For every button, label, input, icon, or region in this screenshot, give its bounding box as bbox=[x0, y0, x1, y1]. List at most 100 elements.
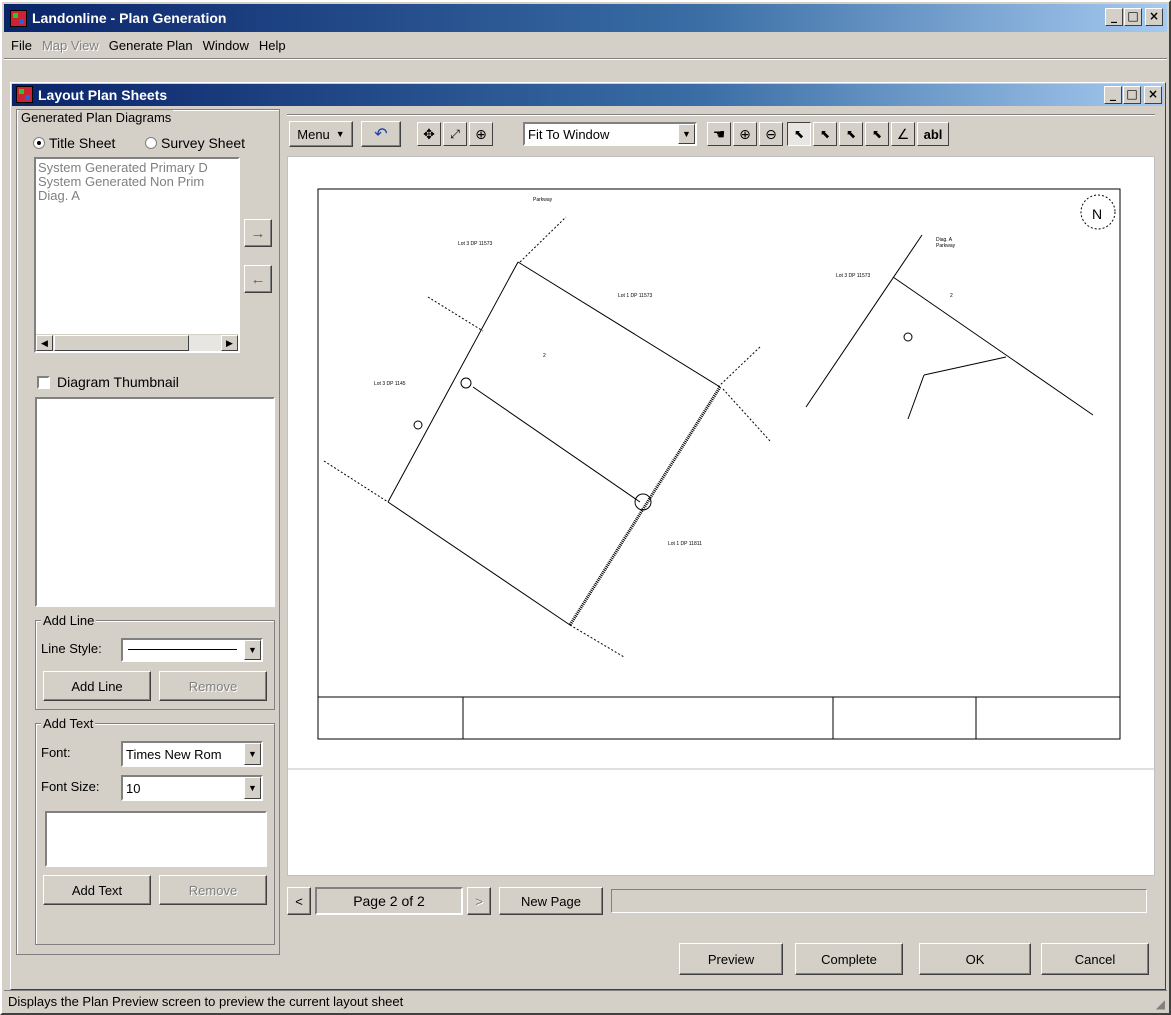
text-tool-icon: abl bbox=[923, 126, 943, 142]
maximize-button[interactable]: □ bbox=[1124, 8, 1142, 26]
thumbnail-label: Diagram Thumbnail bbox=[57, 374, 179, 390]
select-edit-button[interactable]: ⬉ bbox=[865, 122, 889, 146]
pan-arrows-icon: ✥ bbox=[423, 125, 435, 142]
cancel-button[interactable]: Cancel bbox=[1041, 943, 1149, 975]
fit-extents-button[interactable]: ⤢ bbox=[443, 122, 467, 146]
select-edit-icon: ⬉ bbox=[871, 127, 883, 141]
menu-map-view[interactable]: Map View bbox=[37, 38, 104, 53]
diagram-list-item[interactable]: Diag. A bbox=[38, 189, 236, 203]
font-combo[interactable]: Times New Rom ▼ bbox=[121, 741, 263, 767]
menu-window[interactable]: Window bbox=[198, 38, 254, 53]
undo-button[interactable]: ↶ bbox=[361, 121, 401, 147]
undo-icon: ↶ bbox=[374, 126, 388, 143]
scroll-right-icon[interactable]: ▶ bbox=[221, 335, 238, 351]
remove-line-button[interactable]: Remove bbox=[159, 671, 267, 701]
page-prev-button[interactable]: < bbox=[287, 887, 311, 915]
move-right-button[interactable]: → bbox=[244, 219, 272, 247]
plan-label: Lot 3 DP 11573 bbox=[458, 241, 493, 247]
preview-button[interactable]: Preview bbox=[679, 943, 783, 975]
select-remove-button[interactable]: ⬉ bbox=[839, 122, 863, 146]
child-close-button[interactable]: × bbox=[1144, 86, 1162, 104]
boundary-line bbox=[387, 501, 571, 626]
radio-title-indicator[interactable] bbox=[33, 137, 45, 149]
child-maximize-button[interactable]: □ bbox=[1123, 86, 1141, 104]
page-next-button[interactable]: > bbox=[467, 887, 491, 915]
plan-label: 2 bbox=[950, 293, 953, 299]
extension-line bbox=[717, 346, 761, 388]
select-button[interactable]: ⬉ bbox=[787, 122, 811, 146]
select-add-button[interactable]: ⬉ bbox=[813, 122, 837, 146]
font-size-combo[interactable]: 10 ▼ bbox=[121, 775, 263, 801]
app-window-controls: _ □ × bbox=[1104, 8, 1163, 26]
new-page-button[interactable]: New Page bbox=[499, 887, 603, 915]
radio-title-label: Title Sheet bbox=[49, 135, 116, 151]
zoom-out-button[interactable]: ⊖ bbox=[759, 122, 783, 146]
main-window: Landonline - Plan Generation _ □ × File … bbox=[0, 0, 1171, 1015]
minimize-button[interactable]: _ bbox=[1105, 8, 1123, 26]
radio-survey-sheet[interactable]: Survey Sheet bbox=[145, 135, 245, 151]
zoom-in-button[interactable]: ⊕ bbox=[733, 122, 757, 146]
menu-generate-plan[interactable]: Generate Plan bbox=[104, 38, 198, 53]
zoom-window-icon: ⊕ bbox=[475, 125, 487, 142]
boundary-line bbox=[568, 386, 722, 626]
app-title: Landonline - Plan Generation bbox=[32, 10, 227, 26]
diagram-list-item[interactable]: System Generated Non Prim bbox=[38, 175, 236, 189]
text-tool-button[interactable]: abl bbox=[917, 122, 949, 146]
chevron-down-icon[interactable]: ▼ bbox=[244, 743, 261, 765]
app-titlebar[interactable]: Landonline - Plan Generation _ □ × bbox=[4, 4, 1167, 32]
add-line-group-label: Add Line bbox=[41, 613, 97, 628]
hand-pan-button[interactable]: ☚ bbox=[707, 122, 731, 146]
menu-file[interactable]: File bbox=[6, 38, 37, 53]
thumbnail-preview bbox=[35, 397, 275, 607]
diagram-list-item[interactable]: System Generated Primary D bbox=[38, 161, 236, 175]
scroll-left-icon[interactable]: ◀ bbox=[36, 335, 53, 351]
chevron-down-icon[interactable]: ▼ bbox=[244, 777, 261, 799]
close-button[interactable]: × bbox=[1145, 8, 1163, 26]
boundary-line bbox=[472, 386, 641, 503]
radio-survey-indicator[interactable] bbox=[145, 137, 157, 149]
scroll-thumb[interactable] bbox=[54, 335, 189, 351]
boundary-line bbox=[892, 276, 1094, 416]
status-bar: Displays the Plan Preview screen to prev… bbox=[4, 990, 1167, 1011]
child-minimize-button[interactable]: _ bbox=[1104, 86, 1122, 104]
remove-text-button[interactable]: Remove bbox=[159, 875, 267, 905]
thumbnail-checkbox[interactable] bbox=[37, 376, 50, 389]
add-line-button[interactable]: Add Line bbox=[43, 671, 151, 701]
menu-help[interactable]: Help bbox=[254, 38, 291, 53]
boundary-line bbox=[805, 234, 923, 408]
plan-label: Lot 1 DP 11573 bbox=[618, 293, 653, 299]
boundary-line bbox=[517, 261, 721, 388]
radio-title-sheet[interactable]: Title Sheet bbox=[33, 135, 115, 151]
zoom-value: Fit To Window bbox=[528, 126, 610, 142]
diagrams-group-label: Generated Plan Diagrams bbox=[19, 110, 174, 125]
plan-label: 2 bbox=[543, 353, 546, 359]
extension-line bbox=[323, 460, 389, 503]
complete-button[interactable]: Complete bbox=[795, 943, 903, 975]
text-entry-field[interactable] bbox=[45, 811, 267, 867]
child-titlebar[interactable]: Layout Plan Sheets _ □ × bbox=[12, 84, 1164, 106]
ok-button[interactable]: OK bbox=[919, 943, 1031, 975]
move-left-button[interactable]: ← bbox=[244, 265, 272, 293]
zoom-combo[interactable]: Fit To Window ▼ bbox=[523, 122, 697, 146]
draw-line-button[interactable]: ∠ bbox=[891, 122, 915, 146]
list-hscrollbar[interactable]: ◀ ▶ bbox=[36, 334, 238, 351]
add-text-button[interactable]: Add Text bbox=[43, 875, 151, 905]
sheet-border bbox=[317, 188, 1121, 740]
menu-divider bbox=[4, 58, 1167, 60]
chevron-down-icon[interactable]: ▼ bbox=[244, 640, 261, 660]
pan-arrows-button[interactable]: ✥ bbox=[417, 122, 441, 146]
zoom-window-button[interactable]: ⊕ bbox=[469, 122, 493, 146]
menu-dropdown-button[interactable]: Menu ▼ bbox=[289, 121, 353, 147]
zoom-in-icon: ⊕ bbox=[739, 125, 751, 142]
resize-grip-icon[interactable]: ◢ bbox=[1156, 997, 1165, 1011]
line-style-combo[interactable]: ▼ bbox=[121, 638, 263, 662]
extension-line bbox=[722, 388, 771, 442]
layout-plan-sheets-window: Layout Plan Sheets _ □ × Generated Plan … bbox=[10, 82, 1166, 990]
child-title: Layout Plan Sheets bbox=[38, 87, 168, 103]
diagrams-listbox[interactable]: System Generated Primary D System Genera… bbox=[34, 157, 240, 353]
plan-canvas[interactable]: N Lot 3 DP 11573 Lot 1 DP 11573 Lot 3 DP… bbox=[287, 156, 1155, 876]
zoom-out-icon: ⊖ bbox=[765, 125, 777, 142]
chevron-down-icon[interactable]: ▼ bbox=[678, 124, 695, 144]
north-arrow-label: N bbox=[1092, 206, 1102, 222]
select-remove-icon: ⬉ bbox=[845, 127, 857, 141]
